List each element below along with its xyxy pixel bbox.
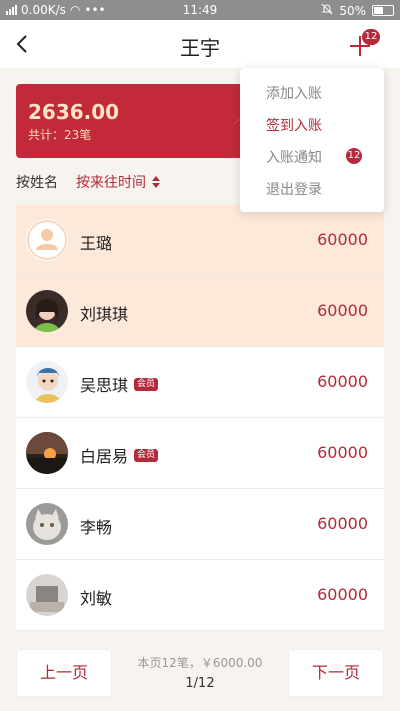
list-item[interactable]: 王璐 60000: [16, 205, 384, 276]
avatar-default-icon: [26, 219, 68, 261]
summary-amount: 2636.00: [28, 100, 120, 124]
next-page-button[interactable]: 下一页: [288, 649, 384, 697]
page-number: 1/12: [185, 676, 215, 691]
list-item[interactable]: 吴思琪 会员 60000: [16, 347, 384, 418]
row-name: 刘琪琪: [80, 301, 128, 325]
menu-item-entry-notification[interactable]: 入账通知: [266, 147, 322, 167]
contact-amount: 60000: [317, 585, 368, 604]
pagination-footer: 上一页 本页12笔，￥6000.00 1/12 下一页: [0, 640, 400, 711]
row-name: 李畅: [80, 514, 112, 538]
prev-page-button[interactable]: 上一页: [16, 649, 112, 697]
list-item[interactable]: 李畅 60000: [16, 489, 384, 560]
list-item[interactable]: 刘敏 60000: [16, 560, 384, 631]
sort-by-time[interactable]: 按来往时间: [76, 172, 160, 192]
page-summary: 本页12笔，￥6000.00: [137, 656, 263, 670]
avatar-photo: [26, 432, 68, 474]
mute-bell-icon: [321, 3, 333, 18]
list-item[interactable]: 白居易 会员 60000: [16, 418, 384, 489]
menu-item-add-entry[interactable]: 添加入账: [266, 83, 322, 103]
sort-by-time-label: 按来往时间: [76, 175, 146, 191]
contact-name: 吴思琪: [80, 376, 129, 395]
avatar-photo: [26, 503, 68, 545]
contact-name: 李畅: [80, 518, 113, 537]
row-name: 白居易 会员: [80, 443, 159, 467]
vip-badge: 会员: [134, 377, 159, 391]
contact-name: 刘敏: [80, 589, 113, 608]
contact-name: 白居易: [80, 447, 129, 466]
contact-list: 王璐 60000 刘琪琪 60000 吴思琪 会员 60000 白居易 会员 6…: [16, 205, 384, 631]
list-item[interactable]: 刘琪琪 60000: [16, 276, 384, 347]
status-right: 50%: [321, 3, 394, 18]
contact-amount: 60000: [317, 514, 368, 533]
vip-badge: 会员: [134, 448, 159, 462]
row-name: 刘敏: [80, 585, 112, 609]
avatar-photo: [26, 290, 68, 332]
battery-text: 50%: [339, 3, 366, 18]
menu-item-checkin-entry[interactable]: 签到入账: [266, 115, 322, 135]
battery-icon: [372, 5, 394, 16]
sort-bar: 按姓名 按来往时间: [16, 170, 160, 194]
contact-amount: 60000: [317, 372, 368, 391]
navbar: 王宇 12: [0, 20, 400, 68]
sort-arrows-icon: [152, 176, 160, 188]
page-title: 王宇: [180, 36, 220, 60]
status-bar: 0.00K/s ◠ ••• 11:49 50%: [0, 0, 400, 20]
summary-count: 共计：23笔: [28, 128, 92, 142]
avatar-photo: [26, 361, 68, 403]
notification-count-badge: 12: [346, 148, 362, 164]
contact-amount: 60000: [317, 301, 368, 320]
notification-badge: 12: [362, 29, 380, 45]
menu-item-logout[interactable]: 退出登录: [266, 179, 322, 199]
avatar-photo: [26, 574, 68, 616]
contact-name: 王璐: [80, 234, 113, 253]
contact-amount: 60000: [317, 230, 368, 249]
contact-name: 刘琪琪: [80, 305, 129, 324]
row-name: 吴思琪 会员: [80, 372, 159, 396]
sort-by-name[interactable]: 按姓名: [16, 172, 58, 192]
add-dropdown-menu: 添加入账 签到入账 入账通知 12 退出登录: [240, 68, 384, 212]
contact-amount: 60000: [317, 443, 368, 462]
row-name: 王璐: [80, 230, 112, 254]
